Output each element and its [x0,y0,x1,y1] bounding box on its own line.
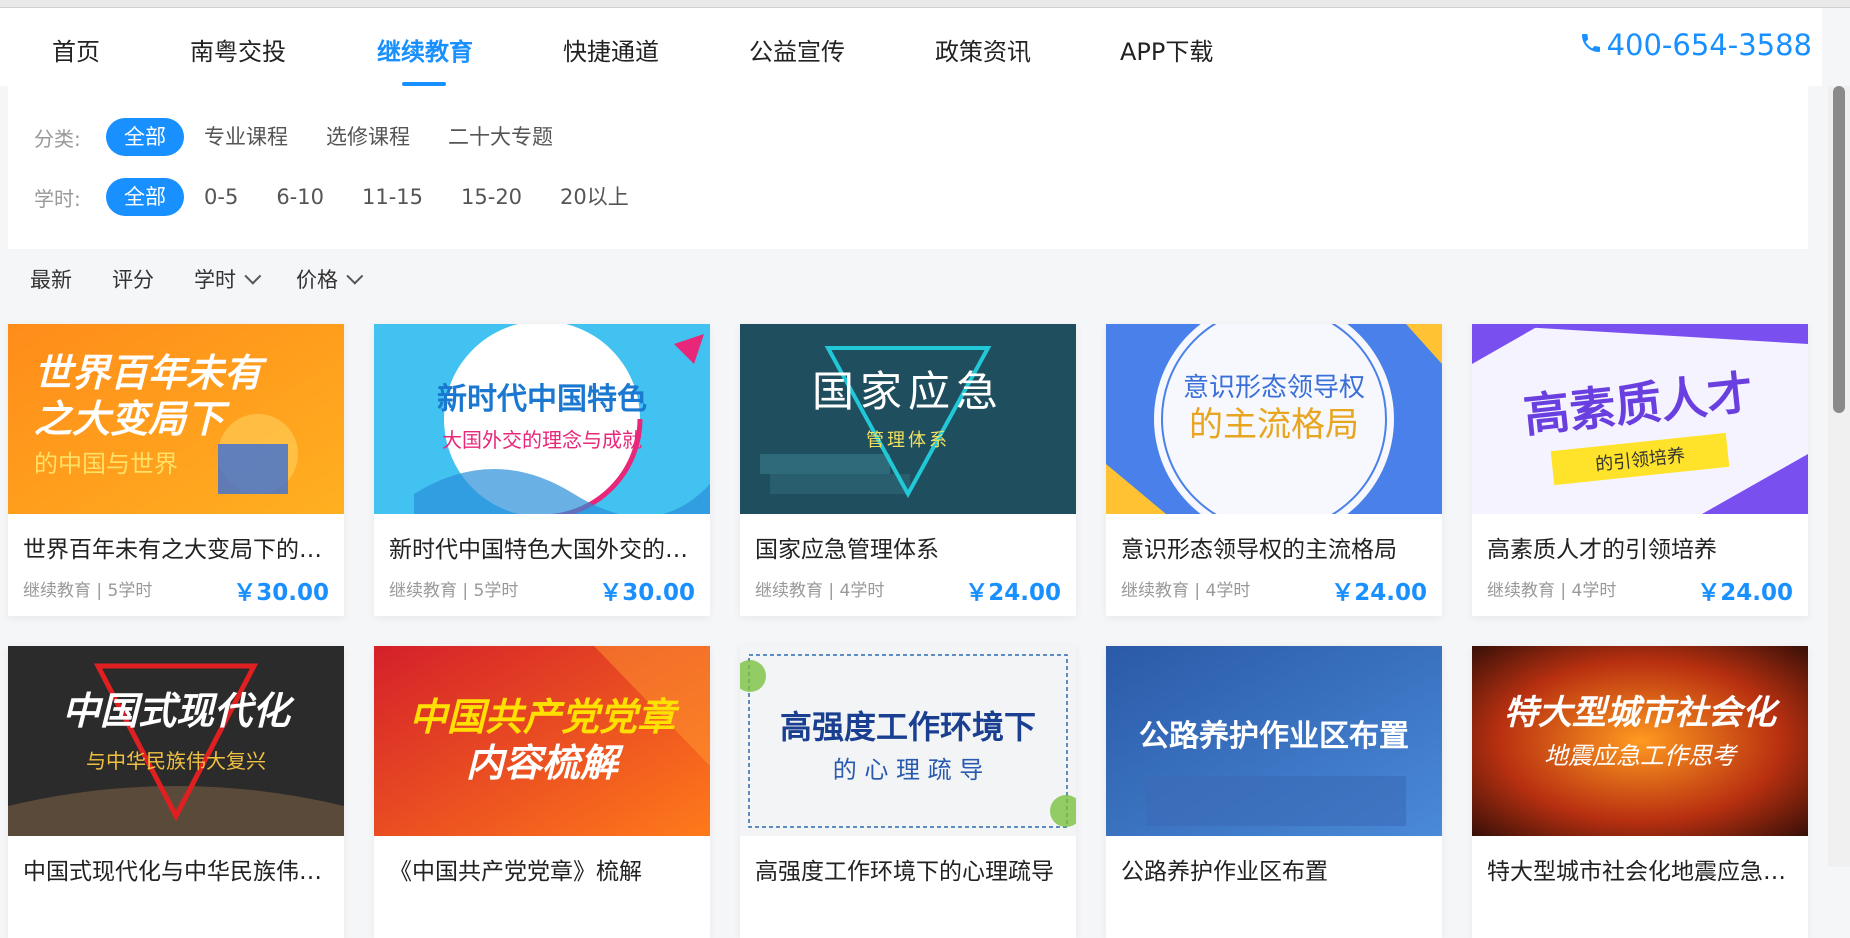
category-option-professional[interactable]: 专业课程 [186,118,306,156]
banner-line2: 的 心 理 疏 导 [833,756,984,784]
phone-icon [1579,28,1603,62]
banner-line2: 之大变局下 [34,397,230,441]
course-card[interactable]: 意识形态领导权 的主流格局 意识形态领导权的主流格局 继续教育 | 4学时 ￥2… [1106,324,1442,616]
course-card[interactable]: 新时代中国特色 大国外交的理念与成就 新时代中国特色大国外交的理念与成就 继续教… [374,324,710,616]
sort-bar: 最新 评分 学时 价格 [30,262,398,296]
banner-line2: 地震应急工作思考 [1544,742,1739,770]
course-title[interactable]: 国家应急管理体系 [755,530,1061,564]
sort-hours[interactable]: 学时 [194,264,262,294]
course-price: ￥24.00 [1697,580,1793,606]
course-card[interactable]: 中国共产党党章 内容梳解 《中国共产党党章》梳解 [374,646,710,938]
banner-line2: 大国外交的理念与成就 [442,428,642,452]
category-option-elective[interactable]: 选修课程 [308,118,428,156]
hours-label: 学时: [34,186,81,211]
banner-line2: 管理体系 [866,430,950,451]
category-filter: 分类: 全部 专业课程 选修课程 二十大专题 [34,117,573,157]
course-thumbnail: 世界百年未有 之大变局下 的中国与世界 [8,324,344,514]
sort-rating[interactable]: 评分 [112,264,154,294]
sort-hours-label: 学时 [194,268,236,292]
hours-option-0-5[interactable]: 0-5 [186,178,256,216]
nav-public-welfare[interactable]: 公益宣传 [749,32,845,67]
course-title[interactable]: 高强度工作环境下的心理疏导 [755,852,1061,886]
course-card[interactable]: 中国式现代化 与中华民族伟大复兴 中国式现代化与中华民族伟大复兴 [8,646,344,938]
hours-filter: 学时: 全部 0-5 6-10 11-15 15-20 20以上 [34,177,649,217]
hotline: 400-654-3588 [1579,28,1812,62]
page-scrollbar[interactable] [1828,86,1850,867]
course-card[interactable]: 世界百年未有 之大变局下 的中国与世界 世界百年未有之大变局下的中国与世界 继续… [8,324,344,616]
banner-line1: 世界百年未有 [34,351,268,395]
banner-line3: 的中国与世界 [34,450,178,478]
course-price: ￥30.00 [233,580,329,606]
nav-continuing-education[interactable]: 继续教育 [377,32,473,67]
course-title[interactable]: 意识形态领导权的主流格局 [1121,530,1427,564]
sort-latest[interactable]: 最新 [30,264,72,294]
scrollbar-thumb[interactable] [1833,86,1845,413]
sort-price-label: 价格 [296,268,338,292]
banner-line1: 公路养护作业区布置 [1139,719,1409,754]
banner-line1: 高强度工作环境下 [780,709,1036,745]
browser-top-edge [0,0,1850,8]
chevron-down-icon [244,267,262,285]
course-card[interactable]: 特大型城市社会化 地震应急工作思考 特大型城市社会化地震应急工作思考 [1472,646,1808,938]
banner-line1: 意识形态领导权 [1183,373,1365,403]
course-meta: 继续教育 | 5学时 [389,581,519,601]
course-price: ￥24.00 [965,580,1061,606]
banner-line1: 国家应急 [812,367,1004,416]
course-thumbnail: 公路养护作业区布置 [1106,646,1442,836]
course-card[interactable]: 国家应急 管理体系 国家应急管理体系 继续教育 | 4学时 ￥24.00 [740,324,1076,616]
hours-option-all[interactable]: 全部 [106,178,184,216]
course-title[interactable]: 新时代中国特色大国外交的理念与成就 [389,530,695,564]
category-option-all[interactable]: 全部 [106,118,184,156]
nav-policy-news[interactable]: 政策资讯 [935,32,1031,67]
banner-line1: 新时代中国特色 [437,382,647,417]
sort-latest-label: 最新 [30,268,72,292]
sort-price[interactable]: 价格 [296,264,364,294]
course-thumbnail: 高强度工作环境下 的 心 理 疏 导 [740,646,1076,836]
hours-option-6-10[interactable]: 6-10 [258,178,342,216]
hours-option-20-plus[interactable]: 20以上 [542,178,647,216]
category-label: 分类: [34,126,81,151]
category-option-20th-congress[interactable]: 二十大专题 [430,118,571,156]
course-thumbnail: 特大型城市社会化 地震应急工作思考 [1472,646,1808,836]
nav-quick-access[interactable]: 快捷通道 [563,32,659,67]
banner-line2: 与中华民族伟大复兴 [86,749,266,773]
course-thumbnail: 中国共产党党章 内容梳解 [374,646,710,836]
course-price: ￥24.00 [1331,580,1427,606]
nav-nanyue-jiaotou[interactable]: 南粤交投 [190,32,286,67]
filter-panel: 分类: 全部 专业课程 选修课程 二十大专题 学时: 全部 0-5 6-10 1… [8,86,1808,249]
course-meta: 继续教育 | 4学时 [1487,581,1617,601]
course-title[interactable]: 世界百年未有之大变局下的中国与世界 [23,530,329,564]
nav-app-download[interactable]: APP下载 [1120,32,1213,67]
course-title[interactable]: 《中国共产党党章》梳解 [389,852,695,886]
course-thumbnail: 中国式现代化 与中华民族伟大复兴 [8,646,344,836]
chevron-down-icon [346,267,364,285]
course-thumbnail: 国家应急 管理体系 [740,324,1076,514]
hours-option-11-15[interactable]: 11-15 [344,178,441,216]
course-meta: 继续教育 | 4学时 [1121,581,1251,601]
banner-line2: 内容梳解 [466,741,624,785]
hours-option-15-20[interactable]: 15-20 [443,178,540,216]
course-thumbnail: 高素质人才 的引领培养 [1472,324,1808,514]
course-meta: 继续教育 | 5学时 [23,581,153,601]
nav-home[interactable]: 首页 [52,32,100,67]
course-meta: 继续教育 | 4学时 [755,581,885,601]
top-navigation: 首页 南粤交投 继续教育 快捷通道 公益宣传 政策资讯 APP下载 400-65… [0,8,1822,86]
banner-line1: 特大型城市社会化 [1504,693,1781,733]
course-title[interactable]: 中国式现代化与中华民族伟大复兴 [23,852,329,886]
phone-number: 400-654-3588 [1606,28,1812,62]
course-card[interactable]: 高素质人才 的引领培养 高素质人才的引领培养 继续教育 | 4学时 ￥24.00 [1472,324,1808,616]
course-title[interactable]: 特大型城市社会化地震应急工作思考 [1487,852,1793,886]
course-thumbnail: 意识形态领导权 的主流格局 [1106,324,1442,514]
banner-line1: 中国式现代化 [62,689,295,733]
course-price: ￥30.00 [599,580,695,606]
course-title[interactable]: 公路养护作业区布置 [1121,852,1427,886]
sort-rating-label: 评分 [112,268,154,292]
course-card[interactable]: 高强度工作环境下 的 心 理 疏 导 高强度工作环境下的心理疏导 [740,646,1076,938]
course-card[interactable]: 公路养护作业区布置 公路养护作业区布置 [1106,646,1442,938]
course-thumbnail: 新时代中国特色 大国外交的理念与成就 [374,324,710,514]
course-title[interactable]: 高素质人才的引领培养 [1487,530,1793,564]
banner-line2: 的主流格局 [1189,405,1359,445]
banner-line1: 中国共产党党章 [409,695,680,739]
